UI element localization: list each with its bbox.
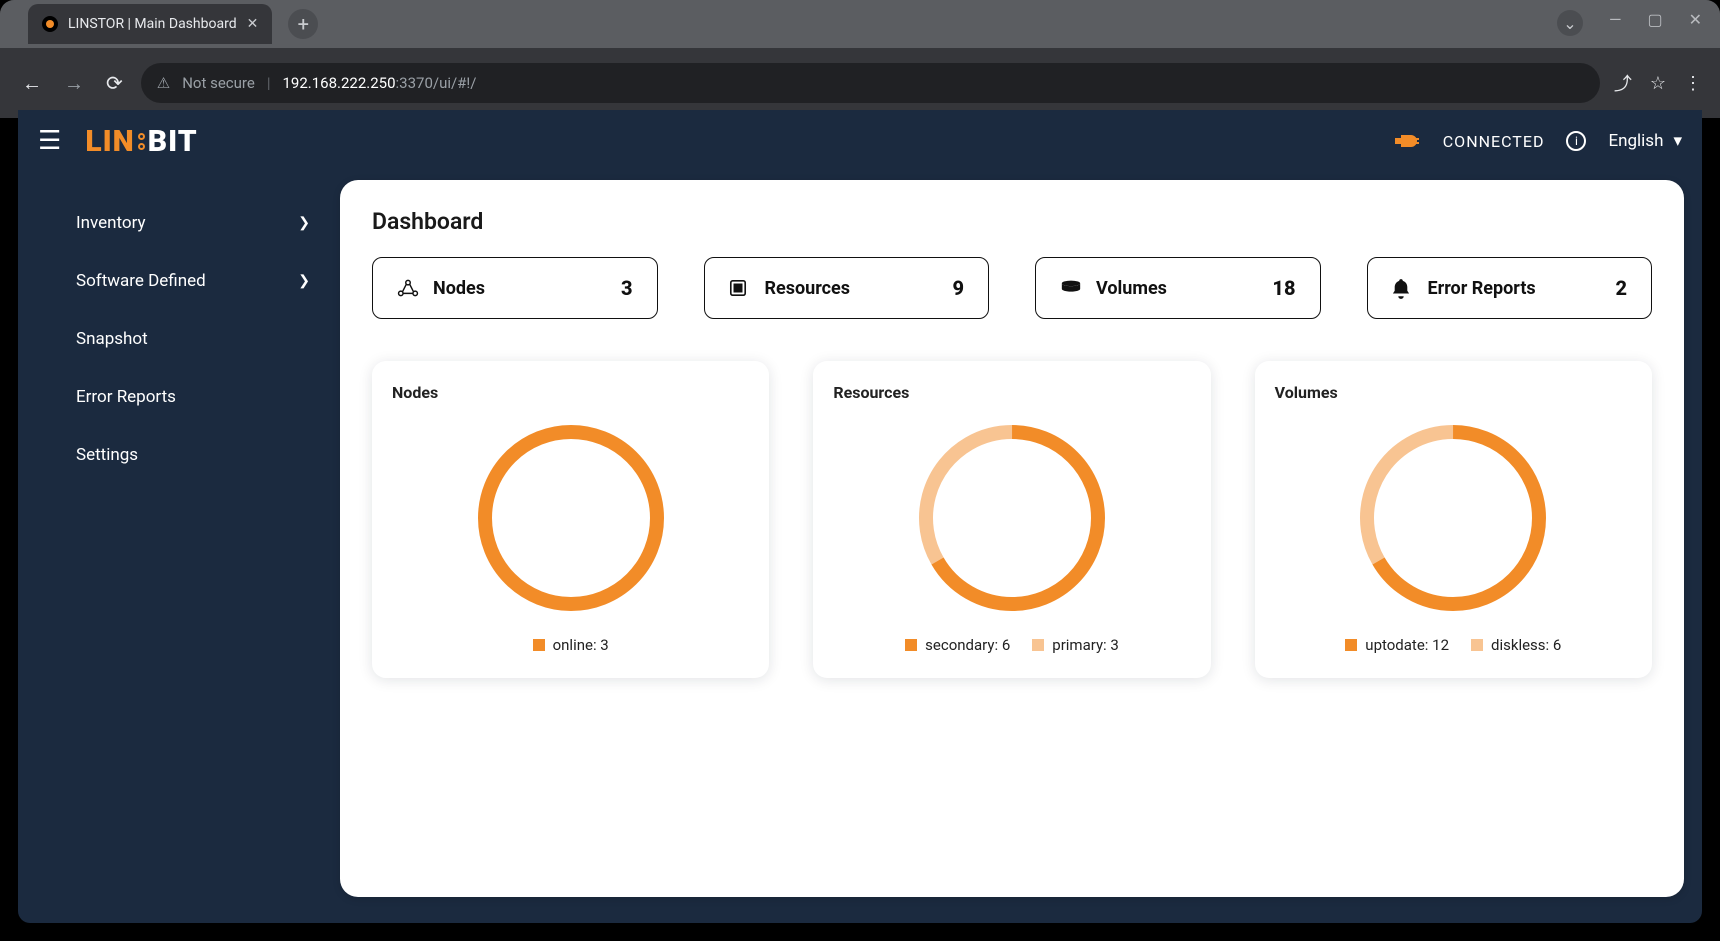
stat-count: 2: [1615, 276, 1627, 300]
sidebar-item-label: Software Defined: [76, 271, 206, 291]
window-controls: ⌄ — ▢ ✕: [1557, 10, 1702, 36]
nav-forward-icon[interactable]: →: [60, 67, 88, 100]
donut-chart-resources: [912, 418, 1112, 618]
stat-card-row: Nodes 3 Resources 9: [372, 257, 1652, 319]
bookmark-star-icon[interactable]: ☆: [1650, 73, 1666, 94]
viewport: LINSTOR | Main Dashboard ✕ + ⌄ — ▢ ✕ ← →…: [0, 0, 1720, 941]
tab-bar: LINSTOR | Main Dashboard ✕ + ⌄ — ▢ ✕: [0, 0, 1720, 48]
legend-label: diskless: 6: [1491, 636, 1561, 654]
legend-label: uptodate: 12: [1365, 636, 1449, 654]
caret-down-icon: ▾: [1673, 131, 1682, 151]
logo[interactable]: LIN BIT: [85, 124, 197, 159]
chart-card-nodes: Nodes online: 3: [372, 361, 769, 678]
address-bar-row: ← → ⟳ ⚠ Not secure | 192.168.222.250:337…: [0, 48, 1720, 118]
stat-count: 9: [952, 276, 964, 300]
app-root: ☰ LIN BIT CONNECTED i English ▾: [18, 110, 1702, 923]
chevron-right-icon: ❯: [298, 273, 310, 289]
donut-chart-nodes: [471, 418, 671, 618]
stat-card-error-reports[interactable]: Error Reports 2: [1367, 257, 1653, 319]
not-secure-warning-icon: ⚠: [157, 74, 170, 92]
sidebar-item-label: Error Reports: [76, 387, 176, 407]
volumes-icon: [1060, 279, 1082, 297]
stat-label: Volumes: [1096, 278, 1167, 299]
browser-tab[interactable]: LINSTOR | Main Dashboard ✕: [28, 4, 272, 44]
legend-item[interactable]: secondary: 6: [905, 636, 1010, 654]
stat-card-nodes[interactable]: Nodes 3: [372, 257, 658, 319]
legend-item[interactable]: diskless: 6: [1471, 636, 1561, 654]
legend-swatch: [1471, 639, 1483, 651]
chart-row: Nodes online: 3 Resources secondary: 6 pr…: [372, 361, 1652, 678]
sidebar-item-label: Inventory: [76, 213, 146, 233]
share-icon[interactable]: ⤴: [1614, 70, 1632, 96]
sidebar-item-error-reports[interactable]: Error Reports: [18, 368, 340, 426]
favicon-icon: [42, 16, 58, 32]
sidebar-item-snapshot[interactable]: Snapshot: [18, 310, 340, 368]
new-tab-button[interactable]: +: [288, 9, 318, 39]
bell-icon: [1392, 279, 1414, 297]
chart-legend: uptodate: 12 diskless: 6: [1275, 636, 1632, 654]
window-close-icon[interactable]: ✕: [1689, 10, 1702, 36]
legend-label: primary: 3: [1052, 636, 1119, 654]
legend-swatch: [905, 639, 917, 651]
page-title: Dashboard: [372, 208, 1652, 235]
chevron-right-icon: ❯: [298, 215, 310, 231]
stat-label: Nodes: [433, 278, 485, 299]
hamburger-menu-icon[interactable]: ☰: [38, 128, 61, 154]
nav-reload-icon[interactable]: ⟳: [102, 67, 127, 99]
sidebar-item-label: Settings: [76, 445, 138, 465]
info-icon[interactable]: i: [1566, 131, 1586, 151]
sidebar-item-inventory[interactable]: Inventory ❯: [18, 194, 340, 252]
legend-label: online: 3: [553, 636, 609, 654]
window-maximize-icon[interactable]: ▢: [1647, 10, 1662, 36]
sidebar-item-label: Snapshot: [76, 329, 148, 349]
legend-item[interactable]: primary: 3: [1032, 636, 1119, 654]
nodes-icon: [397, 279, 419, 297]
address-bar[interactable]: ⚠ Not secure | 192.168.222.250:3370/ui/#…: [141, 63, 1600, 103]
chevron-down-icon[interactable]: ⌄: [1557, 10, 1583, 36]
stat-count: 18: [1272, 276, 1295, 300]
chart-card-volumes: Volumes uptodate: 12 diskless: 6: [1255, 361, 1652, 678]
donut-chart-volumes: [1353, 418, 1553, 618]
connection-status: CONNECTED: [1443, 132, 1545, 151]
legend-swatch: [1032, 639, 1044, 651]
sidebar-item-software-defined[interactable]: Software Defined ❯: [18, 252, 340, 310]
chart-title: Volumes: [1275, 383, 1632, 402]
sidebar: Inventory ❯ Software Defined ❯ Snapshot …: [18, 172, 340, 923]
stat-count: 3: [621, 276, 633, 300]
url-path: :3370/ui/#!/: [396, 74, 477, 92]
language-selector[interactable]: English ▾: [1608, 131, 1682, 151]
nav-back-icon[interactable]: ←: [18, 67, 46, 100]
legend-label: secondary: 6: [925, 636, 1010, 654]
browser-menu-icon[interactable]: ⋮: [1684, 73, 1702, 94]
app-body: Inventory ❯ Software Defined ❯ Snapshot …: [18, 172, 1702, 923]
resources-icon: [729, 279, 751, 297]
chart-card-resources: Resources secondary: 6 primary: 3: [813, 361, 1210, 678]
browser-chrome: LINSTOR | Main Dashboard ✕ + ⌄ — ▢ ✕ ← →…: [0, 0, 1720, 118]
language-label: English: [1608, 131, 1663, 151]
chart-legend: online: 3: [392, 636, 749, 654]
tab-title: LINSTOR | Main Dashboard: [68, 16, 237, 32]
stat-card-volumes[interactable]: Volumes 18: [1035, 257, 1321, 319]
window-minimize-icon[interactable]: —: [1609, 10, 1622, 36]
app-header: ☰ LIN BIT CONNECTED i English ▾: [18, 110, 1702, 172]
not-secure-label: Not secure: [182, 74, 255, 92]
chart-legend: secondary: 6 primary: 3: [833, 636, 1190, 654]
legend-swatch: [533, 639, 545, 651]
chart-title: Nodes: [392, 383, 749, 402]
main-content: Dashboard Nodes 3: [340, 180, 1684, 897]
legend-item[interactable]: online: 3: [533, 636, 609, 654]
legend-swatch: [1345, 639, 1357, 651]
legend-item[interactable]: uptodate: 12: [1345, 636, 1449, 654]
sidebar-item-settings[interactable]: Settings: [18, 426, 340, 484]
url-host: 192.168.222.250: [283, 74, 396, 92]
stat-label: Error Reports: [1428, 278, 1536, 299]
tab-close-icon[interactable]: ✕: [247, 16, 259, 32]
stat-label: Resources: [765, 278, 851, 299]
chart-title: Resources: [833, 383, 1190, 402]
plug-icon: [1395, 131, 1421, 151]
stat-card-resources[interactable]: Resources 9: [704, 257, 990, 319]
